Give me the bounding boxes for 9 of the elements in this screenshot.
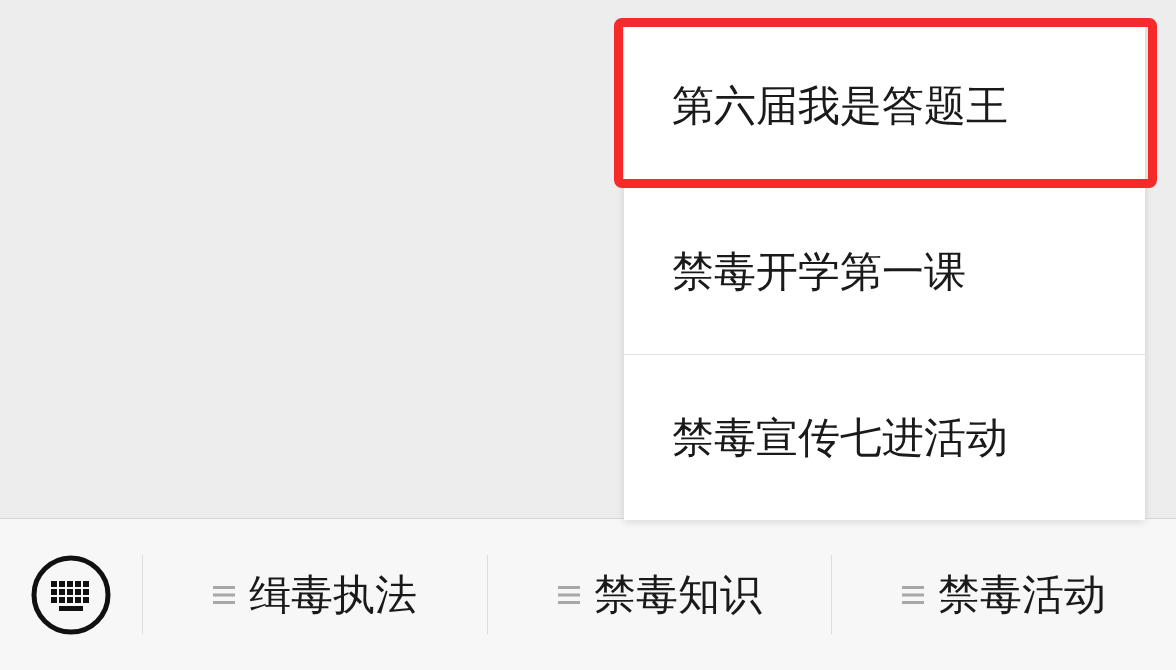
- menu-icon: [902, 584, 925, 605]
- menu-icon: [212, 584, 235, 605]
- menu-item[interactable]: 禁毒开学第一课: [624, 188, 1145, 354]
- menu-item[interactable]: 禁毒宣传七进活动: [624, 354, 1145, 520]
- menu-button[interactable]: 禁毒知识: [486, 555, 832, 634]
- menu-icon: [557, 584, 580, 605]
- menu-button[interactable]: 禁毒活动: [831, 555, 1176, 634]
- keyboard-icon: [30, 553, 112, 636]
- menu-button[interactable]: 缉毒执法: [142, 555, 487, 634]
